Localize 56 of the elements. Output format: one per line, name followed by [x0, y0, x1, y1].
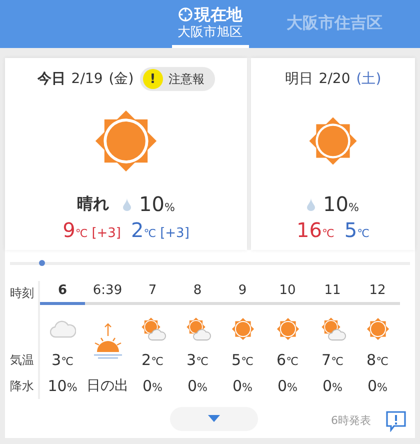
- weekday-text: (土): [356, 70, 382, 88]
- hour-temp: 2℃: [142, 351, 164, 370]
- hour-precip: 0%: [188, 377, 208, 396]
- caret-icon: [208, 415, 220, 424]
- hour-precip: 0%: [278, 377, 298, 396]
- hour-tab[interactable]: 8: [175, 281, 220, 306]
- date-text: 2/20: [318, 71, 350, 87]
- hour-precip: 0%: [368, 377, 388, 396]
- hour-tab[interactable]: 6:39: [85, 281, 130, 306]
- day-label: 明日: [284, 70, 313, 88]
- hour-temp: 8℃: [366, 351, 388, 370]
- temp-diff: [+3]: [160, 226, 190, 241]
- hour-tab[interactable]: 12: [355, 281, 400, 306]
- weather-text: 晴れ: [77, 194, 110, 214]
- timeline-thumb[interactable]: [39, 260, 45, 266]
- sun-cloud-icon: [140, 316, 166, 342]
- temp-diff: [+3]: [92, 226, 121, 241]
- hour-temp: 3℃: [52, 351, 74, 370]
- advisory-label: 注意報: [168, 70, 205, 88]
- hour-tab[interactable]: 11: [310, 281, 355, 306]
- sun-cloud-icon: [184, 316, 210, 342]
- hour-temp: 3℃: [186, 351, 208, 370]
- feedback-icon: [385, 410, 407, 432]
- low-temp: 5℃: [344, 218, 370, 242]
- hour-precip: 10%: [48, 377, 78, 396]
- date-text: 2/19: [71, 71, 103, 87]
- row-label: 降水: [9, 378, 35, 395]
- high-temp: 9℃: [62, 218, 88, 242]
- row-label: 気温: [9, 352, 35, 369]
- hour-temp: 5℃: [232, 351, 254, 370]
- raindrop-icon: [307, 198, 316, 210]
- hour-tab[interactable]: 10: [265, 281, 310, 306]
- hour-precip: 0%: [232, 377, 252, 396]
- low-temp: 2℃: [131, 218, 156, 242]
- weekday-text: (金): [108, 70, 134, 88]
- raindrop-icon: [123, 198, 132, 210]
- hour-temp: 7℃: [322, 351, 344, 370]
- high-temp: 16℃: [296, 218, 334, 242]
- sunrise-label: 日の出: [86, 377, 128, 396]
- hour-tab[interactable]: 6: [40, 281, 85, 306]
- precip-value: 10%: [323, 192, 359, 216]
- advisory-badge[interactable]: ! 注意報: [140, 67, 215, 91]
- day-label: 今日: [37, 70, 66, 88]
- issued-time: 6時発表: [331, 413, 371, 428]
- feedback-button[interactable]: [385, 410, 407, 432]
- warning-mark: !: [142, 69, 163, 89]
- hour-tab[interactable]: 9: [220, 281, 265, 306]
- location-icon: [178, 7, 192, 22]
- sun-cloud-icon: [320, 316, 346, 342]
- hour-temp: 6℃: [276, 351, 298, 370]
- hour-precip: 0%: [142, 377, 162, 396]
- row-label: 時刻: [9, 284, 35, 302]
- cloud-icon: [50, 320, 76, 338]
- hour-tab[interactable]: 7: [130, 281, 175, 306]
- hour-precip: 0%: [322, 377, 342, 396]
- precip-value: 10%: [139, 192, 175, 216]
